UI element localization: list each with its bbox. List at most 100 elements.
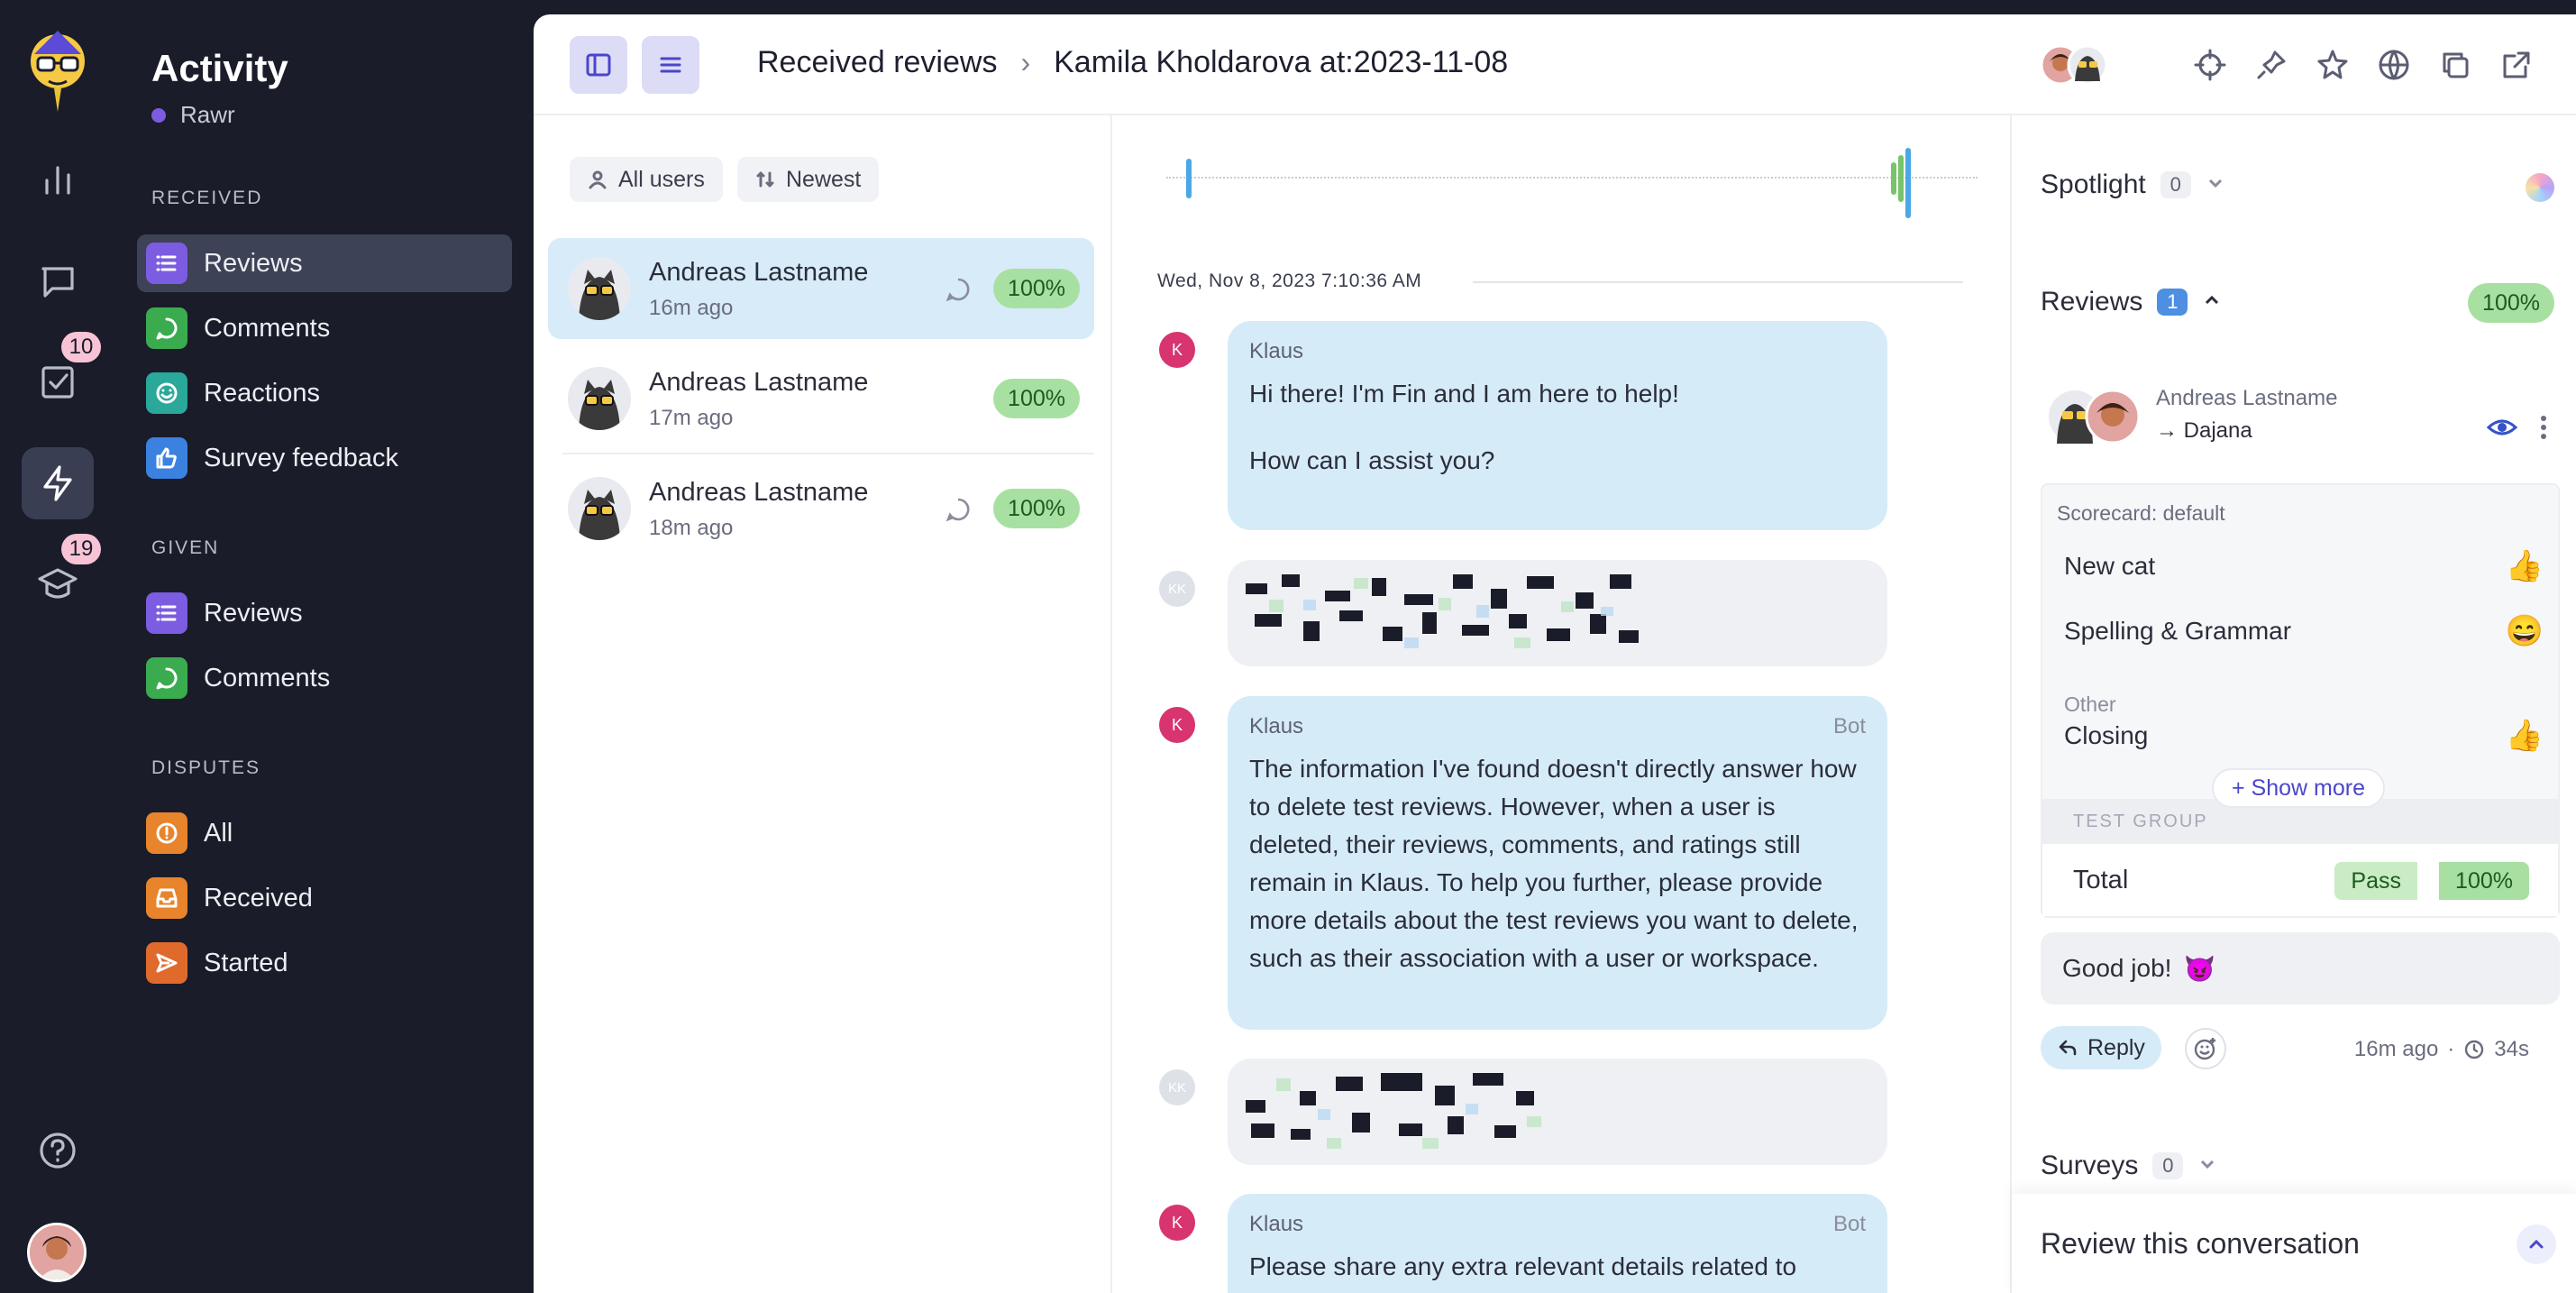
list-icon [146,592,187,634]
more-options-icon[interactable] [2535,411,2553,444]
activity-icon[interactable] [22,447,94,519]
scorecard-category[interactable]: Spelling & Grammar 😄 [2064,613,2544,649]
sidebar-item-disputes-all[interactable]: All [137,804,512,862]
row-reviewer-name: Andreas Lastname [649,258,869,287]
message-author: Klaus [1249,714,1304,738]
review-row[interactable]: Andreas Lastname 16m ago 100% [548,238,1094,339]
message-bubble: Klaus Bot Please share any extra relevan… [1228,1194,1887,1293]
total-label: Total [2073,865,2129,894]
thumbs-up-icon [146,437,187,479]
filter-users-chip[interactable]: All users [570,157,723,202]
sidebar: Activity Rawr RECEIVED Reviews Comments … [115,0,534,1293]
globe-icon[interactable] [2376,47,2412,83]
grin-rating-icon[interactable]: 😄 [2506,613,2544,649]
message-text: Please share any extra relevant details … [1249,1252,1797,1280]
surveys-header[interactable]: Surveys 0 [2041,1151,2217,1181]
devil-emoji: 😈 [2184,954,2216,983]
toggle-list-button[interactable] [642,36,699,94]
user-avatar[interactable] [27,1223,87,1282]
review-row[interactable]: Andreas Lastname 17m ago 100% [548,348,1094,449]
scorecard-category[interactable]: Closing 👍 [2064,718,2544,754]
sidebar-item-label: Reviews [204,598,303,628]
reply-button[interactable]: Reply [2041,1026,2161,1069]
spotlight-orb-icon[interactable] [2526,173,2554,202]
filter-users-label: All users [618,166,705,192]
sidebar-item-received-reviews[interactable]: Reviews [137,234,512,292]
klaus-logo[interactable] [22,22,94,115]
chevron-up-icon [2202,287,2222,317]
breadcrumb-received-reviews[interactable]: Received reviews [757,45,997,80]
sidebar-item-label: Reviews [204,248,303,278]
reviews-label: Reviews [2041,287,2143,316]
timeline-marker[interactable] [1905,148,1911,218]
thumbs-up-rating-icon[interactable]: 👍 [2506,718,2544,754]
timeline-marker[interactable] [1891,162,1896,195]
eye-icon[interactable] [2486,411,2518,444]
toggle-sidebar-button[interactable] [570,36,627,94]
conversation-pane: Wed, Nov 8, 2023 7:10:36 AM K Klaus Hi t… [1112,115,2010,1293]
review-this-label: Review this conversation [2041,1226,2360,1260]
message-text: Hi there! I'm Fin and I am here to help! [1249,380,1679,408]
sidebar-item-label: Survey feedback [204,443,399,472]
participants-avatars[interactable] [2040,43,2113,87]
sidebar-item-received-comments[interactable]: Comments [137,299,512,357]
section-given: GIVEN [151,537,220,558]
chevron-down-icon [2206,170,2225,200]
bot-label: Bot [1832,1212,1866,1236]
message-author: Klaus [1249,1212,1304,1236]
coaching-badge: 19 [61,534,101,564]
send-icon [146,942,187,984]
message-author: Klaus [1249,339,1304,363]
external-link-icon[interactable] [2498,47,2535,83]
spotlight-header[interactable]: Spotlight 0 [2041,170,2225,200]
help-icon[interactable] [22,1114,94,1187]
review-this-conversation-bar[interactable]: Review this conversation [2012,1194,2576,1293]
comment-text: Good job! [2062,954,2172,982]
review-time: 16m ago [2353,1037,2439,1061]
workspace-selector[interactable]: Rawr [151,101,235,129]
reviews-header[interactable]: Reviews 1 [2041,287,2222,317]
chevron-down-icon [2197,1151,2217,1181]
add-reaction-button[interactable] [2185,1028,2226,1069]
stats-icon[interactable] [22,144,94,216]
review-panel: Spotlight 0 Reviews 1 100% Andreas Lastn… [2010,115,2576,1293]
sidebar-item-disputes-started[interactable]: Started [137,934,512,992]
timeline-marker[interactable] [1186,159,1192,198]
crosshair-icon[interactable] [2192,47,2228,83]
sidebar-item-disputes-received[interactable]: Received [137,869,512,927]
message-avatar: KK [1159,571,1195,607]
row-time: 17m ago [649,406,734,430]
star-icon[interactable] [2315,47,2351,83]
conversation-timeline[interactable] [1166,177,1978,179]
sidebar-item-reactions[interactable]: Reactions [137,364,512,422]
scorecard-category[interactable]: New cat 👍 [2064,548,2544,584]
conversations-icon[interactable] [22,245,94,317]
reply-label: Reply [2087,1034,2145,1060]
sidebar-item-given-comments[interactable]: Comments [137,649,512,707]
sidebar-item-given-reviews[interactable]: Reviews [137,584,512,642]
workspace-dot [151,107,166,123]
section-received: RECEIVED [151,188,263,208]
review-row[interactable]: Andreas Lastname 18m ago 100% [548,458,1094,559]
message-text: The information I've found doesn't direc… [1249,755,1859,972]
category-label: Spelling & Grammar [2064,617,2292,645]
show-more-button[interactable]: + Show more [2212,768,2385,808]
review-meta: 16m ago · 34s [2354,1037,2529,1062]
reviewer-name: Andreas Lastname [2156,386,2338,410]
meta-separator: · [2447,1037,2455,1061]
message-avatar: K [1159,1205,1195,1241]
other-group-label: Other [2064,692,2116,716]
reviews-score-badge: 100% [2468,283,2554,323]
timeline-marker[interactable] [1898,155,1904,202]
sidebar-item-survey-feedback[interactable]: Survey feedback [137,429,512,487]
copy-icon[interactable] [2437,47,2473,83]
comment-icon [146,657,187,699]
user-icon [589,170,607,189]
pin-icon[interactable] [2253,47,2289,83]
sort-icon [756,171,774,188]
sort-chip[interactable]: Newest [737,157,880,202]
chevron-up-icon[interactable] [2517,1224,2556,1264]
category-label: New cat [2064,552,2156,580]
sidebar-item-label: All [204,818,233,848]
thumbs-up-rating-icon[interactable]: 👍 [2506,548,2544,584]
